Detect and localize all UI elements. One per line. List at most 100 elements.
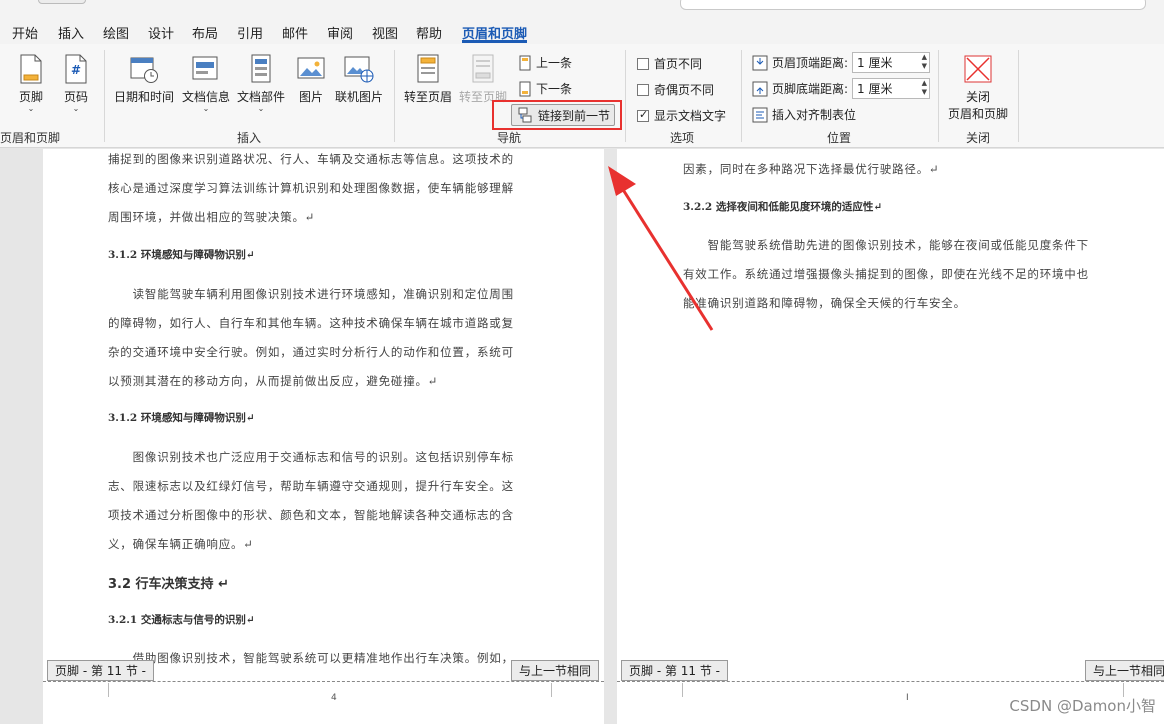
checkbox-box[interactable] — [637, 108, 649, 122]
group-options-label: 选项 — [670, 131, 695, 145]
tab-layout[interactable]: 布局 — [192, 23, 218, 43]
spinner-arrows-icon[interactable]: ▲ ▼ — [922, 79, 927, 97]
paragraph-line: 以预测其潜在的移动方向，从而提前做出反应，避免碰撞。↵ — [108, 374, 439, 388]
paragraph-line: 的障碍物，如行人、自行车和其他车辆。这种技术确保车辆在城市道路或复 — [108, 316, 514, 330]
online-picture-button[interactable]: 联机图片 — [333, 54, 385, 105]
header-distance-icon — [752, 55, 768, 70]
annotation-arrow — [608, 166, 714, 331]
first-page-different-checkbox[interactable]: 首页不同 — [637, 55, 702, 72]
svg-text:#: # — [71, 63, 81, 77]
next-button[interactable]: 下一条 — [518, 80, 572, 97]
section-heading: 3.1.2 环境感知与障碍物识别↵ — [108, 412, 255, 424]
header-top-distance: 页眉顶端距离: 1 厘米 ▲ ▼ — [752, 52, 931, 73]
paragraph-line: 读智能驾驶车辆利用图像识别技术进行环境感知，准确识别和定位周围 — [108, 287, 514, 301]
margin-marker — [551, 683, 552, 697]
page-number: 4 — [331, 693, 337, 703]
paragraph-line: 项技术通过分析图像中的形状、颜色和文本，智能地解读各种交通标志的含 — [108, 508, 514, 522]
paragraph-line: 义，确保车辆正确响应。↵ — [108, 537, 254, 551]
paragraph-line: 周围环境，并做出相应的驾驶决策。↵ — [108, 210, 316, 224]
footer-section-tag: 页脚 - 第 11 节 - — [621, 660, 729, 681]
group-divider — [104, 50, 105, 142]
chevron-down-icon: ⌄ — [202, 104, 210, 113]
previous-icon — [519, 55, 531, 70]
margin-marker — [108, 683, 109, 697]
goto-footer-icon — [472, 54, 494, 83]
link-to-previous-icon — [518, 107, 532, 123]
tab-insert[interactable]: 插入 — [58, 23, 84, 43]
goto-header-icon — [417, 54, 439, 83]
checkbox-box[interactable] — [637, 57, 649, 70]
odd-even-different-checkbox[interactable]: 奇偶页不同 — [637, 81, 714, 98]
footer-button[interactable]: 页脚 ⌄ — [8, 54, 54, 113]
group-divider — [1018, 50, 1019, 142]
spinner-arrows-icon[interactable]: ▲ ▼ — [922, 53, 927, 71]
tab-mailings[interactable]: 邮件 — [282, 23, 308, 43]
group-header-footer-label: 页眉和页脚 — [0, 131, 61, 145]
footer-section-tag: 页脚 - 第 11 节 - — [47, 660, 155, 681]
footer-distance-icon — [752, 81, 768, 96]
footer-separator — [617, 681, 1164, 682]
checkbox-box[interactable] — [637, 83, 649, 96]
next-icon — [519, 81, 531, 96]
document-area[interactable]: 捕捉到的图像来识别道路状况、行人、车辆及交通标志等信息。这项技术的 核心是通过深… — [0, 149, 1164, 724]
paragraph-line: 因素，同时在多种路况下选择最优行驶路径。↵ — [683, 162, 940, 176]
paragraph-line: 杂的交通环境中安全行驶。例如，通过实时分析行人的动作和位置，系统可 — [108, 345, 514, 359]
goto-header-button[interactable]: 转至页眉 — [402, 54, 454, 105]
paragraph-line: 核心是通过深度学习算法训练计算机识别和处理图像数据，使车辆能够理解 — [108, 181, 514, 195]
paragraph-line: 智能驾驶系统借助先进的图像识别技术，能够在夜间或低能见度条件下 — [683, 238, 1089, 252]
group-divider — [394, 50, 395, 142]
page-number-button[interactable]: # 页码 ⌄ — [56, 54, 96, 113]
watermark: CSDN @Damon小智 — [1009, 697, 1156, 715]
section-heading: 3.2 行车决策支持 ↵ — [108, 577, 229, 592]
document-page-left[interactable]: 捕捉到的图像来识别道路状况、行人、车辆及交通标志等信息。这项技术的 核心是通过深… — [43, 149, 604, 724]
paragraph-line: 捕捉到的图像来识别道路状况、行人、车辆及交通标志等信息。这项技术的 — [108, 152, 514, 166]
doc-parts-button[interactable]: 文档部件 ⌄ — [235, 54, 287, 113]
paragraph-line: 借助图像识别技术，智能驾驶系统可以更精准地作出行车决策。例如， — [108, 651, 514, 665]
paragraph-line: 有效工作。系统通过增强摄像头捕捉到的图像，即使在光线不足的环境中也 — [683, 267, 1089, 281]
ribbon: 页脚 ⌄ # 页码 ⌄ 页眉和页脚 日期和时间 文档信息 ⌄ 文档部件 ⌄ 图片… — [0, 44, 1164, 148]
picture-icon — [297, 57, 325, 79]
header-top-distance-input[interactable]: 1 厘米 ▲ ▼ — [852, 52, 931, 73]
paragraph-line: 图像识别技术也广泛应用于交通标志和信号的识别。这包括识别停车标 — [108, 450, 514, 464]
same-as-previous-tag: 与上一节相同 — [1085, 660, 1164, 681]
page-number-icon: # — [65, 54, 87, 84]
section-heading: 3.2.1 交通标志与信号的识别↵ — [108, 614, 255, 626]
tab-references[interactable]: 引用 — [237, 23, 263, 43]
tab-draw[interactable]: 绘图 — [103, 23, 129, 43]
tab-review[interactable]: 审阅 — [327, 23, 353, 43]
chevron-down-icon: ⌄ — [257, 104, 265, 113]
section-heading: 3.1.2 环境感知与障碍物识别↵ — [108, 249, 255, 261]
group-insert-label: 插入 — [237, 131, 262, 145]
insert-align-tab-button[interactable]: 插入对齐制表位 — [752, 106, 856, 123]
menu-bar: 开始 插入 绘图 设计 布局 引用 邮件 审阅 视图 帮助 页眉和页脚 — [0, 18, 1164, 44]
quick-access-toolbar[interactable] — [38, 0, 86, 4]
chevron-down-icon: ⌄ — [72, 104, 80, 113]
footer-separator — [43, 681, 604, 682]
goto-footer-button[interactable]: 转至页脚 — [457, 54, 509, 105]
group-divider — [938, 50, 939, 142]
same-as-previous-tag: 与上一节相同 — [511, 660, 600, 681]
tab-view[interactable]: 视图 — [372, 23, 398, 43]
group-divider — [625, 50, 626, 142]
search-box[interactable] — [680, 0, 1146, 10]
group-close-label: 关闭 — [966, 131, 991, 145]
tab-home[interactable]: 开始 — [12, 23, 38, 43]
picture-button[interactable]: 图片 — [292, 54, 330, 105]
group-position-label: 位置 — [827, 131, 852, 145]
online-picture-icon — [344, 56, 374, 83]
show-document-text-checkbox[interactable]: 显示文档文字 — [637, 107, 726, 124]
previous-button[interactable]: 上一条 — [518, 54, 572, 71]
tab-header-footer[interactable]: 页眉和页脚 — [462, 23, 528, 43]
close-header-footer-button[interactable]: 关闭 页眉和页脚 — [946, 54, 1010, 122]
tab-help[interactable]: 帮助 — [416, 23, 442, 43]
footer-icon — [20, 54, 42, 84]
link-to-previous-button[interactable]: 链接到前一节 — [511, 104, 615, 126]
doc-parts-icon — [251, 54, 271, 83]
date-time-button[interactable]: 日期和时间 — [112, 54, 176, 105]
doc-info-button[interactable]: 文档信息 ⌄ — [180, 54, 232, 113]
margin-marker — [682, 683, 683, 697]
tab-design[interactable]: 设计 — [148, 23, 174, 43]
footer-bottom-distance-input[interactable]: 1 厘米 ▲ ▼ — [852, 78, 931, 99]
align-tab-icon — [752, 107, 768, 122]
title-bar — [0, 0, 1164, 18]
